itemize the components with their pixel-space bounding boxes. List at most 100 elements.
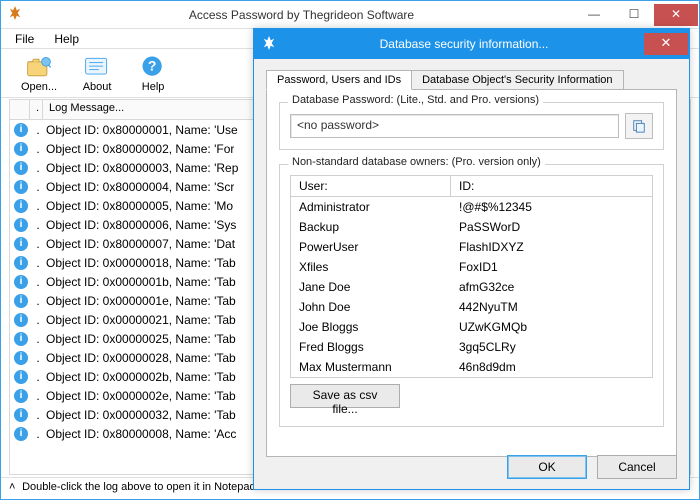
log-dot: . <box>34 237 42 251</box>
log-dot: . <box>34 389 42 403</box>
info-icon: i <box>14 123 28 137</box>
table-row[interactable]: XfilesFoxID1 <box>291 257 652 277</box>
copy-button[interactable] <box>625 113 653 139</box>
col-id: ID: <box>451 176 652 196</box>
tab-page: Database Password: (Lite., Std. and Pro.… <box>266 89 677 457</box>
cell-user: Backup <box>291 217 451 237</box>
log-dot: . <box>34 199 42 213</box>
info-icon: i <box>14 294 28 308</box>
cell-id: FlashIDXYZ <box>451 237 652 257</box>
table-row[interactable]: John Doe442NyuTM <box>291 297 652 317</box>
table-row[interactable]: PowerUserFlashIDXYZ <box>291 237 652 257</box>
table-row[interactable]: Jane DoeafmG32ce <box>291 277 652 297</box>
info-icon: i <box>14 199 28 213</box>
folder-open-icon <box>23 53 55 81</box>
info-icon: i <box>14 237 28 251</box>
info-icon: i <box>14 256 28 270</box>
group-owners: Non-standard database owners: (Pro. vers… <box>279 164 664 427</box>
table-row[interactable]: BackupPaSSWorD <box>291 217 652 237</box>
log-msg: Object ID: 0x00000025, Name: 'Tab <box>46 332 236 346</box>
app-icon <box>1 6 29 23</box>
menu-file[interactable]: File <box>7 31 42 46</box>
about-button[interactable]: About <box>81 53 113 93</box>
log-dot: . <box>34 180 42 194</box>
cell-id: 46n8d9dm <box>451 357 652 377</box>
log-msg: Object ID: 0x00000018, Name: 'Tab <box>46 256 236 270</box>
info-icon: i <box>14 351 28 365</box>
log-dot: . <box>34 161 42 175</box>
owners-table[interactable]: User: ID: Administrator!@#$%12345BackupP… <box>290 175 653 378</box>
cell-id: afmG32ce <box>451 277 652 297</box>
log-msg: Object ID: 0x80000002, Name: 'For <box>46 142 234 156</box>
log-dot: . <box>34 351 42 365</box>
about-icon <box>81 53 113 81</box>
log-col-icon <box>10 100 30 119</box>
log-dot: . <box>34 408 42 422</box>
table-row[interactable]: Fred Bloggs3gq5CLRy <box>291 337 652 357</box>
log-msg: Object ID: 0x0000002e, Name: 'Tab <box>46 389 236 403</box>
info-icon: i <box>14 389 28 403</box>
titlebar: Access Password by Thegrideon Software ―… <box>1 1 699 29</box>
about-label: About <box>83 81 112 93</box>
table-row[interactable]: Max Mustermann46n8d9dm <box>291 357 652 377</box>
log-msg: Object ID: 0x80000003, Name: 'Rep <box>46 161 238 175</box>
log-dot: . <box>34 370 42 384</box>
log-msg: Object ID: 0x80000007, Name: 'Dat <box>46 237 235 251</box>
minimize-button[interactable]: ― <box>574 4 614 26</box>
log-col-dot: . <box>30 100 43 119</box>
dialog-footer: OK Cancel <box>507 455 677 479</box>
cell-id: PaSSWorD <box>451 217 652 237</box>
svg-text:?: ? <box>148 58 157 74</box>
dialog-title: Database security information... <box>284 37 644 51</box>
password-field[interactable]: <no password> <box>290 114 619 138</box>
cell-user: Joe Bloggs <box>291 317 451 337</box>
cell-id: FoxID1 <box>451 257 652 277</box>
cell-user: Jane Doe <box>291 277 451 297</box>
group-db-password-label: Database Password: (Lite., Std. and Pro.… <box>288 94 543 106</box>
col-user: User: <box>291 176 451 196</box>
tab-object-security[interactable]: Database Object's Security Information <box>411 70 623 90</box>
help-button[interactable]: ? Help <box>137 53 169 93</box>
cell-user: Max Mustermann <box>291 357 451 377</box>
owners-header: User: ID: <box>291 176 652 197</box>
cell-id: !@#$%12345 <box>451 197 652 217</box>
cancel-button[interactable]: Cancel <box>597 455 677 479</box>
log-dot: . <box>34 332 42 346</box>
info-icon: i <box>14 313 28 327</box>
cell-id: 3gq5CLRy <box>451 337 652 357</box>
maximize-button[interactable]: ☐ <box>614 4 654 26</box>
log-msg: Object ID: 0x80000004, Name: 'Scr <box>46 180 234 194</box>
open-button[interactable]: Open... <box>21 53 57 93</box>
log-dot: . <box>34 427 42 441</box>
save-csv-button[interactable]: Save as csv file... <box>290 384 400 408</box>
group-db-password: Database Password: (Lite., Std. and Pro.… <box>279 102 664 150</box>
info-icon: i <box>14 427 28 441</box>
cell-user: Fred Bloggs <box>291 337 451 357</box>
cell-user: John Doe <box>291 297 451 317</box>
log-msg: Object ID: 0x80000006, Name: 'Sys <box>46 218 236 232</box>
cell-id: 442NyuTM <box>451 297 652 317</box>
copy-icon <box>632 119 646 133</box>
dialog-titlebar: Database security information... ✕ <box>254 29 689 59</box>
log-dot: . <box>34 218 42 232</box>
table-row[interactable]: Administrator!@#$%12345 <box>291 197 652 217</box>
log-msg: Object ID: 0x80000001, Name: 'Use <box>46 123 238 137</box>
dialog-close-button[interactable]: ✕ <box>644 33 688 55</box>
close-button[interactable]: ✕ <box>654 4 698 26</box>
log-msg: Object ID: 0x0000002b, Name: 'Tab <box>46 370 236 384</box>
dialog-icon <box>254 36 284 53</box>
log-dot: . <box>34 256 42 270</box>
log-msg: Object ID: 0x0000001e, Name: 'Tab <box>46 294 236 308</box>
log-msg: Object ID: 0x00000021, Name: 'Tab <box>46 313 236 327</box>
table-row[interactable]: Joe BloggsUZwKGMQb <box>291 317 652 337</box>
open-label: Open... <box>21 81 57 93</box>
security-dialog: Database security information... ✕ Passw… <box>253 28 690 490</box>
ok-button[interactable]: OK <box>507 455 587 479</box>
tab-password-users[interactable]: Password, Users and IDs <box>266 70 412 90</box>
info-icon: i <box>14 408 28 422</box>
group-owners-label: Non-standard database owners: (Pro. vers… <box>288 156 545 168</box>
window-title: Access Password by Thegrideon Software <box>29 8 574 22</box>
cell-user: Administrator <box>291 197 451 217</box>
menu-help[interactable]: Help <box>46 31 87 46</box>
log-dot: . <box>34 313 42 327</box>
